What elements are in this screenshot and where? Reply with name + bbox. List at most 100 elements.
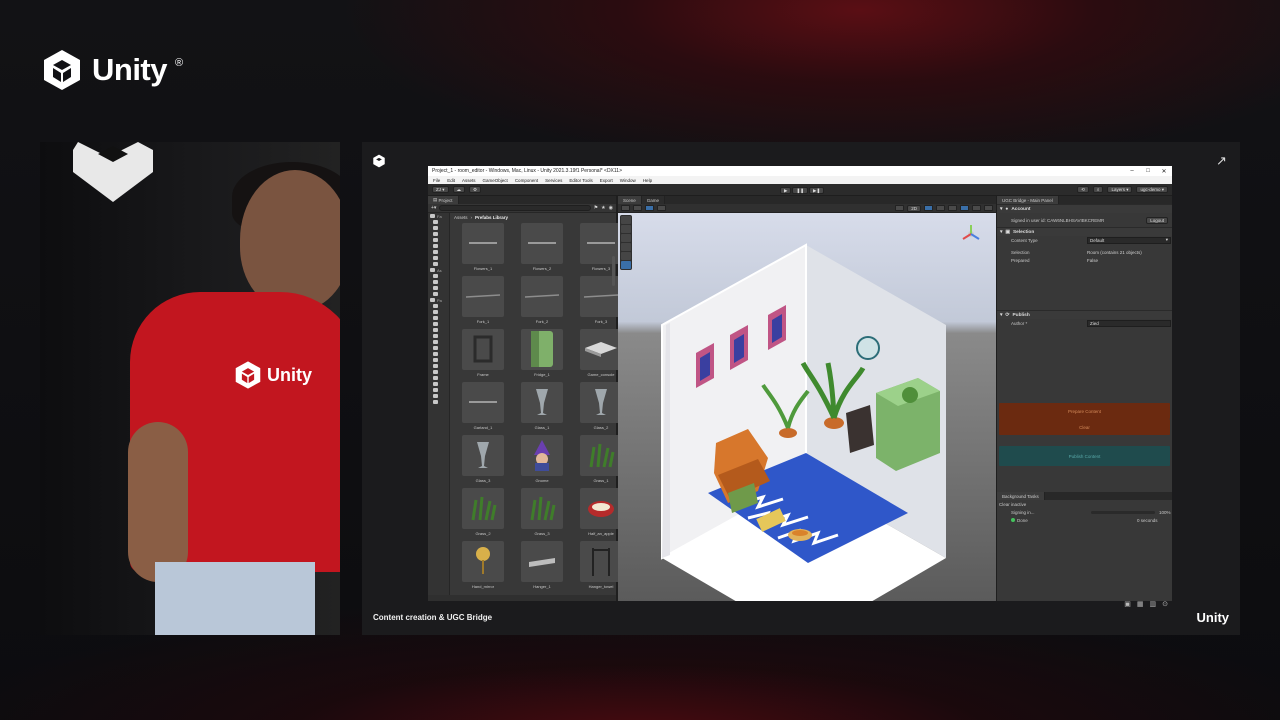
audio-button[interactable] xyxy=(936,205,945,211)
prepare-content-button[interactable]: Prepare Content xyxy=(999,403,1170,419)
menu-window[interactable]: Window xyxy=(620,178,636,183)
folder-icon xyxy=(433,388,438,392)
tab-ugc-bridge[interactable]: UGC Bridge - Main Panel xyxy=(997,196,1059,204)
star-icon[interactable]: ★ xyxy=(601,205,605,211)
folder-icon xyxy=(433,238,438,242)
asset-label: Flowers_3 xyxy=(591,266,611,271)
project-zoom-slider[interactable] xyxy=(428,595,616,601)
asset-item[interactable]: Hand_mirror xyxy=(458,541,508,589)
move-tool-icon[interactable] xyxy=(621,225,631,233)
pip-icon[interactable]: ▣ xyxy=(1124,600,1131,608)
layout-label: ugc-demo xyxy=(1140,187,1161,192)
clear-inactive-link[interactable]: Clear inactive xyxy=(999,502,1026,507)
orientation-gizmo-icon[interactable] xyxy=(960,223,982,245)
scale-tool-icon[interactable] xyxy=(621,243,631,251)
flat-icon xyxy=(527,238,557,250)
asset-item[interactable]: Fork_2 xyxy=(517,276,567,324)
gizmos-button[interactable] xyxy=(984,205,993,211)
layout-dropdown[interactable]: ugc-demo ▾ xyxy=(1136,186,1168,193)
asset-item[interactable]: Frame xyxy=(458,329,508,377)
collab-icon[interactable]: ⚙ xyxy=(469,186,482,193)
account-header-label: Account xyxy=(1011,206,1031,212)
history-icon[interactable]: ⟲ xyxy=(1077,186,1089,193)
content-type-dropdown[interactable]: Default ▾ xyxy=(1087,236,1171,244)
2d-toggle[interactable]: 2D xyxy=(907,204,921,212)
shading-button[interactable] xyxy=(895,205,905,211)
asset-label: Garland_1 xyxy=(473,425,493,430)
selection-row: Selection Room (contains 21 objects) xyxy=(997,248,1172,256)
asset-item[interactable]: Fridge_1 xyxy=(517,329,567,377)
eye-icon[interactable]: ◉ xyxy=(609,205,613,211)
asset-item[interactable]: Glass_1 xyxy=(517,382,567,430)
tab-game[interactable]: Game xyxy=(641,196,666,204)
project-scrollbar[interactable] xyxy=(612,256,615,286)
menu-assets[interactable]: Assets xyxy=(462,178,476,183)
asset-item[interactable]: Hanger_1 xyxy=(517,541,567,589)
tab-scene[interactable]: Scene xyxy=(618,196,642,204)
presenter-video: Unity xyxy=(40,142,340,635)
publish-content-button[interactable]: Publish Content xyxy=(999,446,1170,466)
tree-row[interactable] xyxy=(428,399,449,405)
asset-item[interactable]: Grass_3 xyxy=(517,488,567,536)
asset-item[interactable]: Garland_1 xyxy=(458,382,508,430)
publish-section-header[interactable]: ▾ ⟳ Publish xyxy=(997,310,1172,319)
asset-item[interactable]: Glass_3 xyxy=(458,435,508,483)
menu-edit[interactable]: Edit xyxy=(447,178,455,183)
play-icon[interactable]: ▶ xyxy=(780,187,792,194)
author-input[interactable]: Zied xyxy=(1087,319,1171,327)
minimize-icon[interactable]: – xyxy=(1124,168,1140,174)
menu-gameobject[interactable]: GameObject xyxy=(483,178,508,183)
search-icon[interactable]: ⌕ xyxy=(1092,186,1104,193)
logout-button[interactable]: Logout xyxy=(1146,216,1168,224)
menu-export[interactable]: Export xyxy=(600,178,613,183)
grid-icon[interactable]: ▦ xyxy=(1137,600,1144,608)
unity-logo: Unity ® xyxy=(40,48,183,92)
selection-section-header[interactable]: ▾ ▣ Selection xyxy=(997,227,1172,236)
asset-item[interactable]: Flowers_1 xyxy=(458,223,508,271)
layers-dropdown[interactable]: Layers ▾ xyxy=(1107,186,1133,193)
rect-tool-icon[interactable] xyxy=(621,252,631,260)
account-button[interactable]: ZJ ▾ xyxy=(432,186,449,193)
draw-mode-button[interactable] xyxy=(621,205,630,211)
grid-button[interactable] xyxy=(645,205,654,211)
menu-component[interactable]: Component xyxy=(515,178,538,183)
menu-file[interactable]: File xyxy=(433,178,440,183)
lighting-button[interactable] xyxy=(924,205,933,211)
add-icon[interactable]: +▾ xyxy=(431,205,436,211)
filter-icon[interactable]: ⚑ xyxy=(594,205,598,211)
menu-help[interactable]: Help xyxy=(643,178,652,183)
expand-icon[interactable]: ↗ xyxy=(1216,154,1230,168)
asset-thumbnail xyxy=(521,329,563,370)
asset-item[interactable]: Fork_1 xyxy=(458,276,508,324)
tab-project[interactable]: ▤ Project xyxy=(428,196,459,204)
menu-services[interactable]: Services xyxy=(545,178,562,183)
account-section-header[interactable]: ▾ ● Account xyxy=(997,204,1172,213)
effects-button[interactable] xyxy=(948,205,957,211)
layout-icon[interactable]: ▥ xyxy=(1150,600,1157,608)
step-icon[interactable]: ▶❚ xyxy=(809,187,825,194)
rotate-tool-icon[interactable] xyxy=(621,234,631,242)
pause-icon[interactable]: ❚❚ xyxy=(792,187,809,194)
asset-item[interactable]: Flowers_2 xyxy=(517,223,567,271)
clear-button[interactable]: Clear xyxy=(999,419,1170,435)
asset-label: Fork_1 xyxy=(476,319,490,324)
camera-button[interactable] xyxy=(972,205,981,211)
maximize-icon[interactable]: □ xyxy=(1140,168,1156,174)
breadcrumb-root[interactable]: Assets xyxy=(454,215,468,220)
cloud-icon[interactable]: ☁ xyxy=(452,186,466,193)
close-icon[interactable]: ✕ xyxy=(1156,168,1172,175)
hand-tool-icon[interactable] xyxy=(621,216,631,224)
tree-label: As xyxy=(437,267,442,273)
tab-background-tasks[interactable]: Background Tasks xyxy=(997,492,1045,500)
asset-grid: Flowers_1 Flowers_2 Flowers_3 Fork_1 Fork_2 F… xyxy=(451,221,622,591)
asset-item[interactable]: Grass_2 xyxy=(458,488,508,536)
hidden-objects-button[interactable] xyxy=(960,205,969,211)
snap-button[interactable] xyxy=(657,205,666,211)
settings-icon[interactable]: ⊙ xyxy=(1162,600,1168,608)
project-search-input[interactable] xyxy=(439,205,591,211)
transform-tool-icon[interactable] xyxy=(621,261,631,269)
menu-editor-tools[interactable]: Editor Tools xyxy=(569,178,592,183)
asset-item[interactable]: Gnome xyxy=(517,435,567,483)
scene-viewport[interactable] xyxy=(618,213,996,601)
pivot-button[interactable] xyxy=(633,205,642,211)
